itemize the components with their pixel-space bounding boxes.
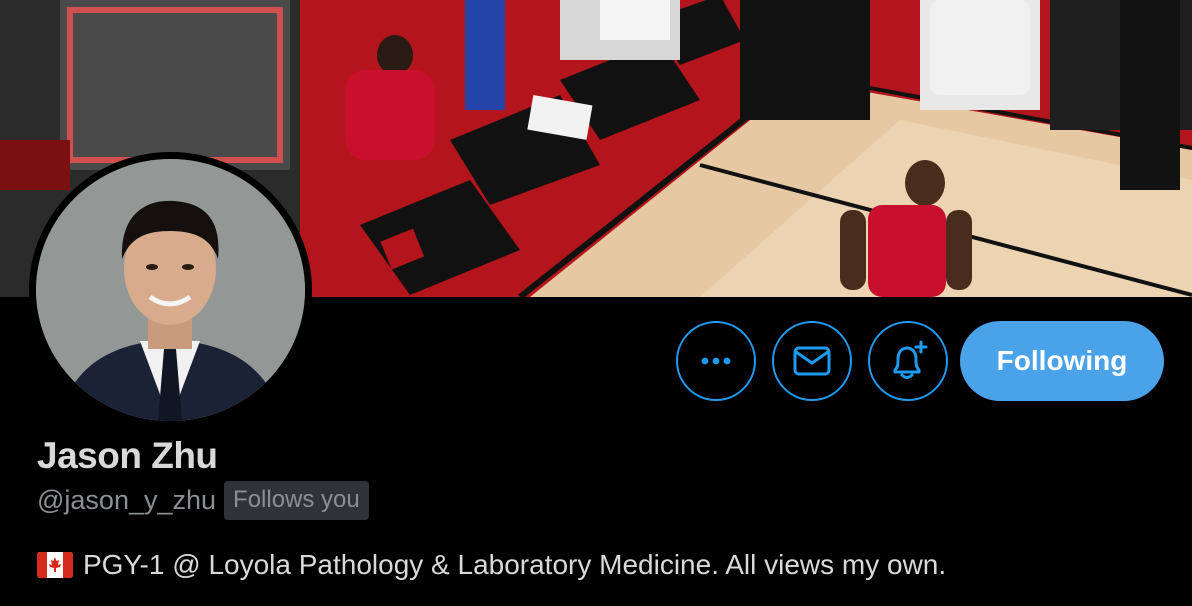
follows-you-badge: Follows you [224,481,369,520]
envelope-icon [793,346,831,376]
message-button[interactable] [772,321,852,401]
more-dots-icon [701,357,731,365]
profile-avatar[interactable] [29,152,312,428]
more-options-button[interactable] [676,321,756,401]
following-button[interactable]: Following [960,321,1164,401]
profile-handle: @jason_y_zhu [37,485,217,515]
profile-bio: PGY-1 @ Loyola Pathology & Laboratory Me… [37,549,946,581]
bell-plus-icon [893,340,928,379]
profile-display-name: Jason Zhu [37,435,218,476]
canada-flag-icon [37,552,73,578]
profile-header: Following Jason Zhu @jason_y_zhu Follows… [0,0,1192,606]
notifications-button[interactable] [868,321,948,401]
profile-actions: Following [676,321,1164,401]
bio-text: PGY-1 @ Loyola Pathology & Laboratory Me… [83,549,947,580]
handle-row: @jason_y_zhu Follows you [37,481,369,520]
